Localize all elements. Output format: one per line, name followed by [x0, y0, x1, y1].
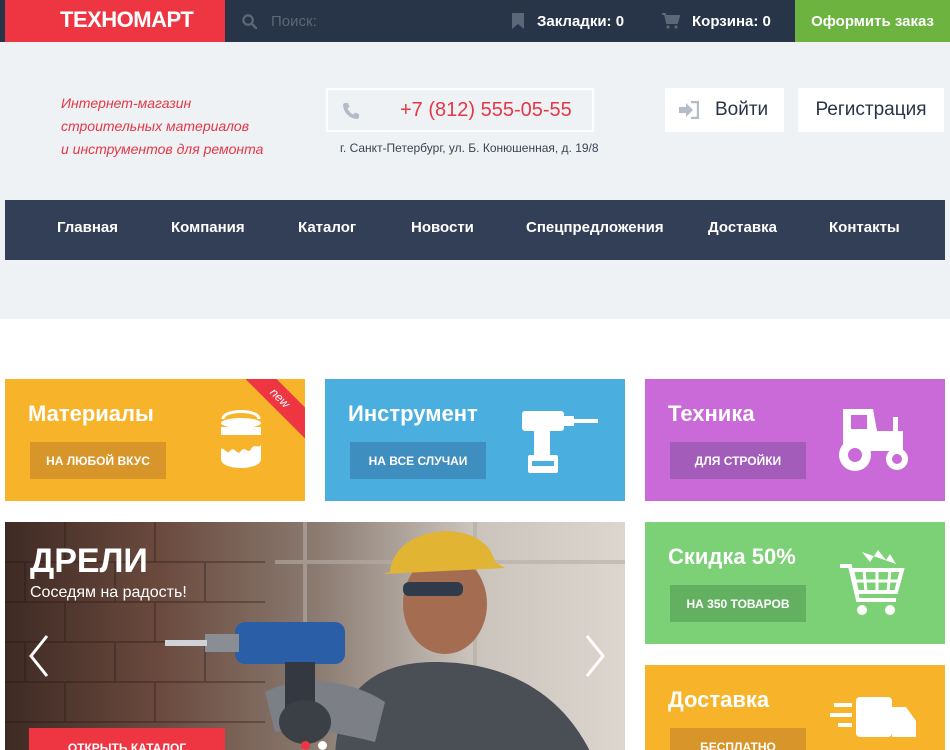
login-button[interactable]: Войти — [665, 88, 784, 132]
cart-label: Корзина: 0 — [692, 12, 771, 30]
tagline-line: Интернет-магазин — [61, 95, 192, 111]
drill-icon — [522, 411, 598, 473]
nav-item-company[interactable]: Компания — [171, 219, 245, 236]
slide-subtitle: Соседям на радость! — [30, 584, 187, 601]
nav-item-home[interactable]: Главная — [57, 219, 118, 236]
register-button[interactable]: Регистрация — [798, 88, 944, 132]
open-catalog-button[interactable]: ОТКРЫТЬ КАТАЛОГ — [29, 728, 225, 750]
tile-delivery[interactable]: Доставка БЕСПЛАТНО — [645, 665, 945, 750]
bookmark-icon — [512, 13, 524, 29]
tile-materials[interactable]: Материалы НА ЛЮБОЙ ВКУС new — [5, 379, 305, 501]
tile-button[interactable]: ДЛЯ СТРОЙКИ — [670, 442, 806, 479]
tile-button[interactable]: БЕСПЛАТНО — [670, 728, 806, 750]
truck-icon — [830, 697, 916, 737]
tile-button[interactable]: НА ВСЕ СЛУЧАИ — [350, 442, 486, 479]
login-icon — [679, 101, 699, 119]
search-input[interactable] — [271, 12, 451, 30]
search-box[interactable] — [242, 10, 472, 32]
tile-title: Материалы — [28, 401, 154, 426]
bookmarks-link[interactable]: Закладки: 0 — [511, 0, 624, 42]
promo-slider: ДРЕЛИ Соседям на радость! ОТКРЫТЬ КАТАЛО… — [5, 522, 625, 750]
tractor-icon — [839, 409, 908, 471]
tile-title: Доставка — [668, 687, 770, 712]
nav-item-news[interactable]: Новости — [411, 219, 474, 236]
phone-number[interactable]: +7 (812) 555-05-55 — [400, 99, 572, 122]
paint-bucket-icon — [221, 410, 261, 468]
tile-title: Скидка 50% — [668, 544, 796, 569]
tile-title: Инструмент — [348, 401, 478, 426]
main-nav: Главная Компания Каталог Новости Спецпре… — [5, 200, 945, 260]
tile-title: Техника — [668, 401, 755, 426]
tile-tech[interactable]: Техника ДЛЯ СТРОЙКИ — [645, 379, 945, 501]
checkout-button[interactable]: Оформить заказ — [795, 0, 950, 42]
search-icon — [242, 13, 257, 29]
slider-dot[interactable] — [318, 741, 327, 750]
logo[interactable]: ТЕХНОМАРТ — [5, 0, 225, 46]
nav-item-special-offers[interactable]: Спецпредложения — [526, 219, 664, 236]
tile-button[interactable]: НА 350 ТОВАРОВ — [670, 585, 806, 622]
login-label: Войти — [715, 99, 769, 120]
cart-link[interactable]: Корзина: 0 — [662, 0, 771, 42]
phone-box: +7 (812) 555-05-55 — [326, 88, 594, 132]
tile-tools[interactable]: Инструмент НА ВСЕ СЛУЧАИ — [325, 379, 625, 501]
store-address: г. Санкт-Петербург, ул. Б. Конюшенная, д… — [340, 141, 599, 155]
site-header: Интернет-магазин строительных материалов… — [0, 42, 950, 319]
chevron-left-icon[interactable] — [27, 634, 51, 678]
slider-pagination — [301, 741, 327, 750]
nav-item-delivery[interactable]: Доставка — [708, 219, 777, 236]
shopping-cart-icon — [840, 550, 905, 615]
phone-icon — [343, 103, 359, 119]
store-tagline: Интернет-магазин строительных материалов… — [61, 92, 301, 161]
slider-dot[interactable] — [301, 741, 310, 750]
nav-item-catalog[interactable]: Каталог — [298, 219, 356, 236]
nav-item-contacts[interactable]: Контакты — [829, 219, 900, 236]
tagline-line: и инструментов для ремонта — [61, 141, 264, 157]
tile-button[interactable]: НА ЛЮБОЙ ВКУС — [30, 442, 166, 479]
bookmarks-label: Закладки: 0 — [537, 12, 625, 30]
slide-title: ДРЕЛИ — [30, 542, 148, 580]
cart-icon — [662, 13, 680, 29]
tile-sale[interactable]: Скидка 50% НА 350 ТОВАРОВ — [645, 522, 945, 644]
chevron-right-icon[interactable] — [583, 634, 607, 678]
tagline-line: строительных материалов — [61, 118, 250, 134]
